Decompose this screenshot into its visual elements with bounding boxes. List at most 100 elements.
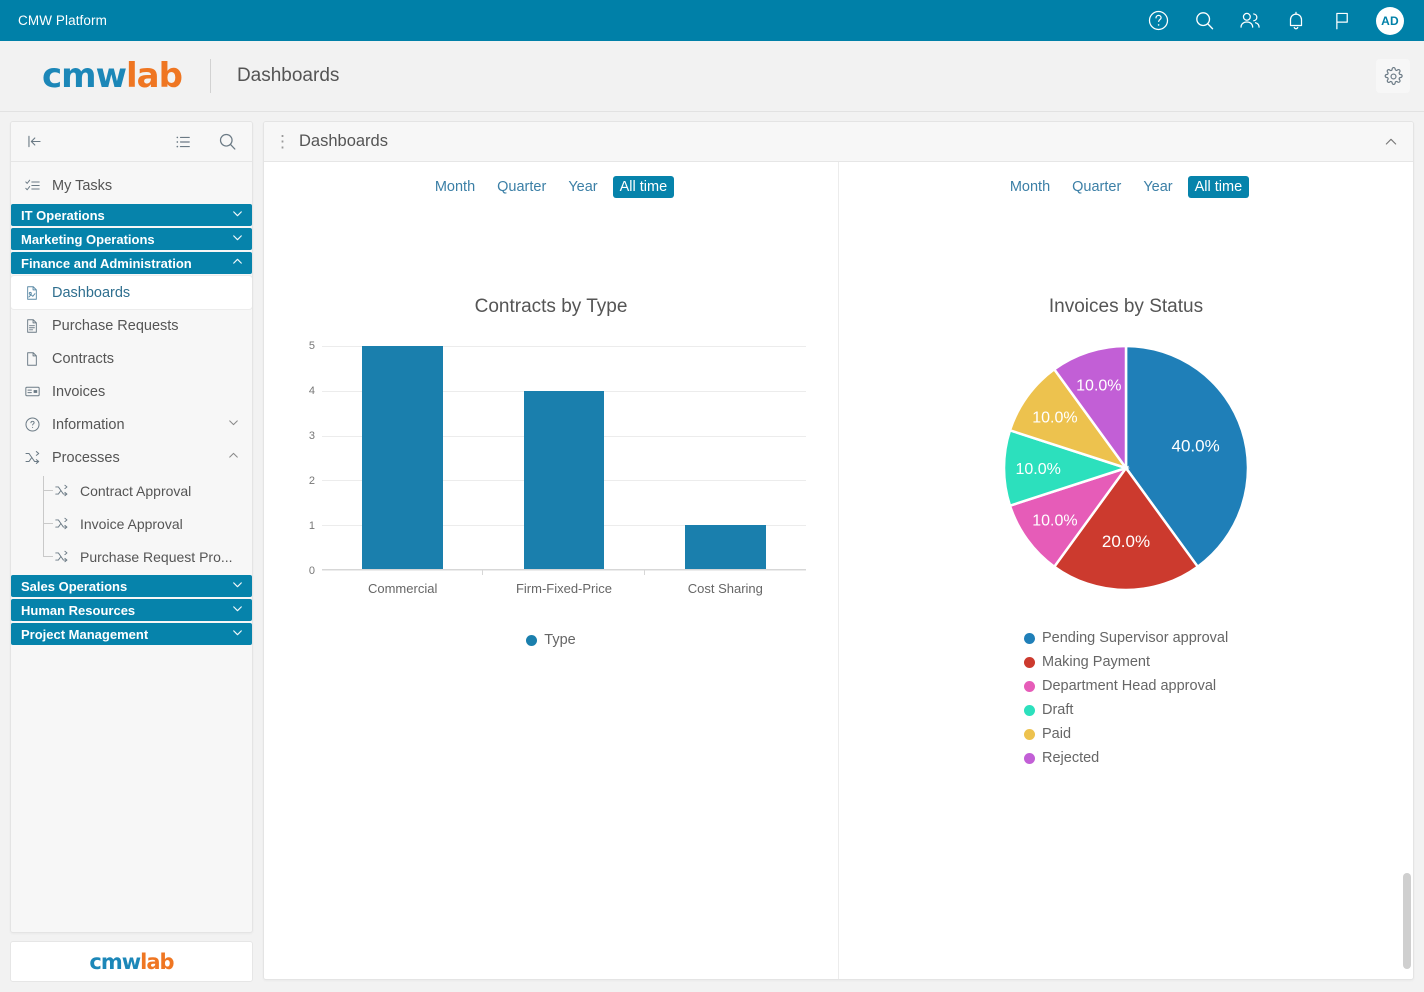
topbar-icon-group: AD	[1146, 6, 1410, 35]
legend-item[interactable]: Making Payment	[1024, 650, 1150, 674]
bar-cell	[322, 346, 484, 575]
chart-title-invoices-by-status: Invoices by Status	[1048, 296, 1204, 317]
sidebar-item-contract-approval[interactable]: Contract Approval	[37, 474, 252, 507]
legend-label: Pending Supervisor approval	[1042, 630, 1229, 646]
sidebar-item-invoices[interactable]: Invoices	[11, 375, 252, 408]
panel-title: Dashboards	[299, 132, 388, 150]
sidebar-scroll-area: My Tasks IT Operations Marketing Operati…	[11, 162, 252, 932]
sidebar-group-label: Human Resources	[21, 602, 136, 618]
time-filter-year[interactable]: Year	[561, 176, 604, 198]
footer-logo-cmw: cmw	[89, 949, 141, 974]
footer-logo-lab: lab	[140, 949, 174, 974]
gear-icon[interactable]	[1376, 59, 1410, 93]
sidebar-group-it-operations[interactable]: IT Operations	[11, 204, 252, 226]
sidebar-item-contracts[interactable]: Contracts	[11, 342, 252, 375]
bar-chart: 0 1 2 3 4 5 Commercial Firm-Fixed-Price Cost Sh…	[294, 340, 808, 596]
body-wrapper: My Tasks IT Operations Marketing Operati…	[0, 112, 1424, 992]
logo-cmw: cmw	[42, 56, 127, 96]
pie-slice-label: 20.0%	[1102, 532, 1150, 551]
sidebar-footer-logo: cmwlab	[10, 941, 253, 982]
document-icon	[23, 351, 41, 367]
legend-color-dot	[1024, 752, 1035, 764]
x-axis-label: Commercial	[367, 581, 438, 596]
sidebar-group-sales-operations[interactable]: Sales Operations	[11, 575, 252, 597]
panel-header: ⋮ Dashboards	[264, 122, 1413, 162]
x-axis-line	[322, 569, 806, 570]
sidebar-item-invoice-approval[interactable]: Invoice Approval	[37, 507, 252, 540]
bar[interactable]	[684, 525, 766, 570]
time-filter-month[interactable]: Month	[428, 176, 482, 198]
sidebar-group-finance-and-administration[interactable]: Finance and Administration	[11, 252, 252, 274]
brand-bar: cmwlab Dashboards	[0, 41, 1424, 112]
drag-handle-icon[interactable]: ⋮	[274, 133, 291, 150]
vertical-scrollbar[interactable]	[1403, 126, 1411, 975]
sidebar-item-purchase-requests[interactable]: Purchase Requests	[11, 309, 252, 342]
legend-item[interactable]: Paid	[1024, 722, 1071, 746]
list-view-icon[interactable]	[173, 132, 193, 152]
bar-cell	[483, 346, 645, 575]
search-icon[interactable]	[1192, 9, 1216, 33]
bars-layer	[322, 346, 806, 575]
panel-body: Month Quarter Year All time Contracts by…	[264, 162, 1413, 979]
pie-slice-label: 10.0%	[1015, 461, 1060, 478]
platform-title: CMW Platform	[18, 13, 107, 28]
chevron-up-icon[interactable]	[1383, 134, 1399, 150]
collapse-panel-icon[interactable]	[25, 132, 44, 151]
time-filter-quarter[interactable]: Quarter	[490, 176, 553, 198]
legend-item[interactable]: Pending Supervisor approval	[1024, 626, 1228, 650]
top-bar: CMW Platform AD	[0, 0, 1424, 41]
legend-label: Department Head approval	[1042, 678, 1217, 694]
pie-slice-label: 10.0%	[1032, 513, 1077, 530]
legend-item[interactable]: Department Head approval	[1024, 674, 1216, 698]
sidebar-item-processes-left: Processes	[23, 449, 120, 466]
help-icon[interactable]	[1146, 9, 1170, 33]
cmw-lab-footer-logo: cmwlab	[89, 949, 174, 974]
sidebar-item-purchase-request-process[interactable]: Purchase Request Pro...	[37, 540, 252, 573]
search-icon[interactable]	[217, 131, 238, 152]
chevron-down-icon	[231, 207, 244, 223]
time-filter-all-time[interactable]: All time	[1187, 176, 1250, 198]
process-icon	[53, 483, 70, 498]
sidebar-group-project-management[interactable]: Project Management	[11, 623, 252, 645]
legend-color-dot	[526, 634, 538, 646]
sidebar-item-my-tasks[interactable]: My Tasks	[11, 169, 252, 202]
bar-chart-plot: 0 1 2 3 4 5	[309, 340, 806, 577]
sidebar-item-information-left: Information	[23, 416, 125, 433]
pie-chart: 40.0% 20.0% 10.0% 10.0% 10.0% 10.0%	[839, 342, 1413, 594]
sidebar-group-label: Finance and Administration	[21, 255, 192, 271]
legend-label: Draft	[1042, 702, 1074, 718]
bell-icon[interactable]	[1284, 9, 1308, 33]
sidebar-item-dashboards[interactable]: Dashboards	[11, 276, 252, 309]
bar[interactable]	[523, 390, 605, 570]
sidebar: My Tasks IT Operations Marketing Operati…	[0, 112, 263, 992]
scrollbar-thumb[interactable]	[1403, 873, 1411, 969]
legend-item[interactable]: Draft	[1024, 698, 1073, 722]
sidebar-group-label: IT Operations	[21, 207, 105, 223]
widget-contracts-by-type: Month Quarter Year All time Contracts by…	[264, 162, 838, 979]
time-filter-all-time[interactable]: All time	[612, 176, 675, 198]
y-axis-tick: 2	[308, 474, 315, 487]
sidebar-group-label: Sales Operations	[21, 578, 128, 594]
users-icon[interactable]	[1238, 9, 1262, 33]
sidebar-item-processes[interactable]: Processes	[11, 441, 252, 474]
flag-icon[interactable]	[1330, 9, 1354, 33]
bar-chart-legend: Type	[264, 628, 838, 652]
sidebar-item-label: Contracts	[52, 350, 115, 367]
pie-chart-svg[interactable]: 40.0% 20.0% 10.0% 10.0% 10.0% 10.0%	[1000, 342, 1252, 594]
sidebar-item-information[interactable]: Information	[11, 408, 252, 441]
main-content: ⋮ Dashboards Month Quarter Year All time…	[263, 112, 1424, 992]
time-filter-year[interactable]: Year	[1136, 176, 1179, 198]
bar[interactable]	[362, 346, 443, 570]
sidebar-item-label: Processes	[52, 449, 120, 466]
avatar[interactable]: AD	[1376, 6, 1404, 35]
y-axis-tick: 3	[308, 429, 315, 442]
legend-item-type[interactable]: Type	[526, 628, 576, 652]
cmw-lab-logo[interactable]: cmwlab	[42, 56, 183, 96]
chevron-down-icon	[231, 231, 244, 247]
legend-item[interactable]: Rejected	[1024, 746, 1099, 770]
sidebar-group-human-resources[interactable]: Human Resources	[11, 599, 252, 621]
time-filter-quarter[interactable]: Quarter	[1065, 176, 1128, 198]
sidebar-group-marketing-operations[interactable]: Marketing Operations	[11, 228, 252, 250]
time-filter-month[interactable]: Month	[1003, 176, 1057, 198]
widget-invoices-by-status: Month Quarter Year All time Invoices by …	[838, 162, 1413, 979]
